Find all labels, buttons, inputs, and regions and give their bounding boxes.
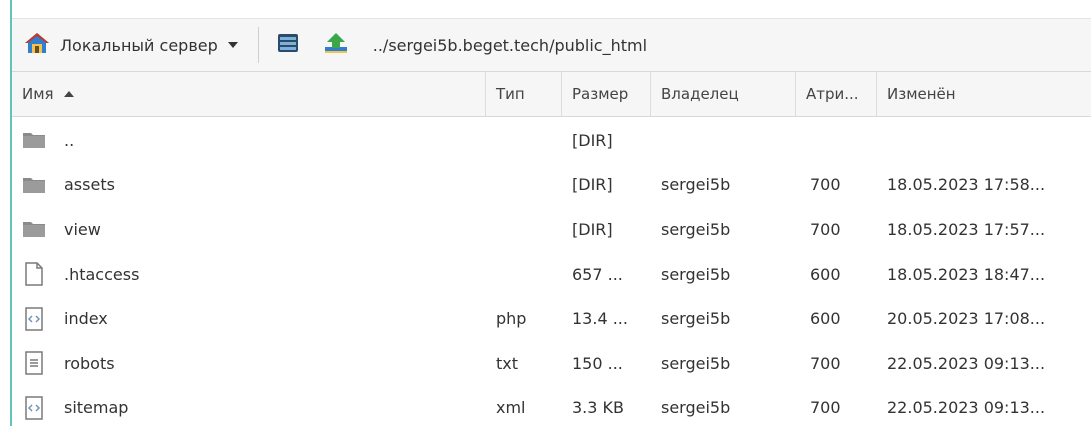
column-header-modified[interactable]: Изменён: [877, 72, 1091, 116]
code-file-icon: [22, 306, 46, 331]
file-type: xml: [496, 398, 526, 418]
server-selector[interactable]: Локальный сервер: [12, 19, 248, 71]
file-size: 3.3 KB: [572, 398, 624, 418]
file-name: index: [64, 309, 108, 329]
file-size: [DIR]: [572, 219, 613, 239]
file-name-cell: robots: [12, 351, 486, 376]
column-header-name[interactable]: Имя: [12, 72, 486, 116]
file-list: .. [DIR] assets [DIR] sergei5b 700 18.05…: [12, 118, 1091, 426]
table-row[interactable]: view [DIR] sergei5b 700 18.05.2023 17:57…: [12, 207, 1091, 252]
table-row[interactable]: .htaccess 657 ... sergei5b 600 18.05.202…: [12, 252, 1091, 297]
server-label: Локальный сервер: [60, 35, 218, 55]
sort-ascending-icon: [63, 91, 74, 97]
file-size: [DIR]: [572, 175, 613, 195]
blank-file-icon: [22, 262, 46, 286]
column-header-size[interactable]: Размер: [562, 72, 651, 116]
file-modified: 18.05.2023 17:57...: [887, 219, 1046, 239]
upload-icon: [323, 31, 349, 59]
file-modified: 22.05.2023 09:13...: [887, 353, 1046, 373]
server-icon: [275, 31, 301, 59]
file-attributes: 700: [810, 219, 841, 239]
file-name: sitemap: [64, 398, 129, 418]
table-row[interactable]: .. [DIR]: [12, 118, 1091, 163]
column-header-name-label: Имя: [22, 85, 54, 103]
folder-icon: [22, 128, 46, 152]
table-row[interactable]: assets [DIR] sergei5b 700 18.05.2023 17:…: [12, 163, 1091, 208]
file-owner: sergei5b: [661, 353, 731, 373]
file-owner: sergei5b: [661, 398, 731, 418]
upload-button[interactable]: [321, 30, 351, 60]
file-size: 13.4 ...: [572, 309, 628, 329]
file-name-cell: assets: [12, 173, 486, 197]
column-header-attributes-label: Атри...: [806, 85, 859, 103]
file-name-cell: view: [12, 217, 486, 241]
file-name: robots: [64, 353, 115, 373]
file-name-cell: .htaccess: [12, 262, 486, 286]
file-size: 657 ...: [572, 264, 623, 284]
file-attributes: 600: [810, 309, 841, 329]
column-header-type[interactable]: Тип: [486, 72, 562, 116]
file-modified: 18.05.2023 17:58...: [887, 175, 1046, 195]
file-attributes: 700: [810, 398, 841, 418]
toolbar-divider: [257, 27, 259, 63]
file-name: view: [64, 219, 101, 239]
table-row[interactable]: index php 13.4 ... sergei5b 600 20.05.20…: [12, 296, 1091, 341]
server-storage-button[interactable]: [273, 30, 303, 60]
file-modified: 20.05.2023 17:08...: [887, 309, 1046, 329]
file-attributes: 700: [810, 175, 841, 195]
table-row[interactable]: sitemap xml 3.3 KB sergei5b 700 22.05.20…: [12, 386, 1091, 426]
file-size: 150 ...: [572, 353, 623, 373]
file-size: [DIR]: [572, 130, 613, 150]
file-name: ..: [64, 130, 75, 150]
column-header-type-label: Тип: [496, 85, 525, 103]
column-header-owner[interactable]: Владелец: [651, 72, 796, 116]
column-header-attributes[interactable]: Атри...: [796, 72, 877, 116]
code-file-icon: [22, 396, 46, 420]
file-name: assets: [64, 175, 115, 195]
folder-icon: [22, 173, 46, 197]
file-owner: sergei5b: [661, 175, 731, 195]
folder-icon: [22, 217, 46, 241]
file-owner: sergei5b: [661, 264, 731, 284]
column-header-owner-label: Владелец: [661, 85, 739, 103]
file-type: php: [496, 309, 527, 329]
file-name: .htaccess: [64, 264, 140, 284]
file-owner: sergei5b: [661, 219, 731, 239]
home-icon: [24, 31, 50, 59]
text-file-icon: [22, 351, 46, 376]
current-path: ../sergei5b.beget.tech/public_html: [372, 35, 648, 55]
chevron-down-icon: [227, 42, 238, 48]
file-attributes: 700: [810, 353, 841, 373]
file-modified: 18.05.2023 18:47...: [887, 264, 1046, 284]
file-modified: 22.05.2023 09:13...: [887, 398, 1046, 418]
file-name-cell: index: [12, 306, 486, 331]
column-header-row: Имя Тип Размер Владелец Атри... Изменён: [12, 71, 1091, 117]
toolbar: Локальный сервер ../sergei5b.beget.tech/…: [12, 18, 1091, 71]
file-name-cell: ..: [12, 128, 486, 152]
column-header-size-label: Размер: [572, 85, 629, 103]
file-manager-window: Локальный сервер ../sergei5b.beget.tech/…: [0, 0, 1091, 426]
file-type: txt: [496, 353, 519, 373]
file-name-cell: sitemap: [12, 396, 486, 420]
table-row[interactable]: robots txt 150 ... sergei5b 700 22.05.20…: [12, 341, 1091, 386]
file-attributes: 600: [810, 264, 841, 284]
file-owner: sergei5b: [661, 309, 731, 329]
column-header-modified-label: Изменён: [887, 85, 956, 103]
